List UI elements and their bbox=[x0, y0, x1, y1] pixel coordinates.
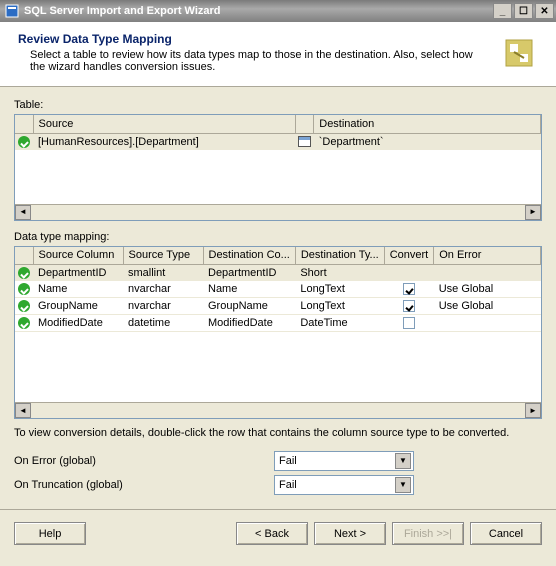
finish-button[interactable]: Finish >>| bbox=[392, 522, 464, 545]
scroll-right-icon[interactable]: ► bbox=[525, 403, 541, 418]
cell-dest-type: LongText bbox=[295, 298, 384, 315]
chevron-down-icon[interactable]: ▼ bbox=[395, 477, 411, 493]
cell-dest-column: DepartmentID bbox=[203, 265, 295, 282]
col-source-type[interactable]: Source Type bbox=[123, 247, 203, 265]
cell-source-column: Name bbox=[33, 281, 123, 298]
scroll-right-icon[interactable]: ► bbox=[525, 205, 541, 220]
cell-source-type: datetime bbox=[123, 315, 203, 332]
on-error-global-value: Fail bbox=[279, 455, 395, 467]
destination-header[interactable]: Destination bbox=[314, 115, 541, 133]
window-title: SQL Server Import and Export Wizard bbox=[24, 5, 221, 17]
cell-dest-column: Name bbox=[203, 281, 295, 298]
back-button[interactable]: < Back bbox=[236, 522, 308, 545]
horizontal-scrollbar[interactable]: ◄ ► bbox=[15, 204, 541, 220]
col-source-column[interactable]: Source Column bbox=[33, 247, 123, 265]
table-destination-cell: `Department` bbox=[314, 133, 541, 150]
next-button[interactable]: Next > bbox=[314, 522, 386, 545]
help-button[interactable]: Help bbox=[14, 522, 86, 545]
convert-checkbox[interactable] bbox=[403, 283, 415, 295]
col-dest-column[interactable]: Destination Co... bbox=[203, 247, 295, 265]
scroll-left-icon[interactable]: ◄ bbox=[15, 205, 31, 220]
cancel-button[interactable]: Cancel bbox=[470, 522, 542, 545]
wizard-header: Review Data Type Mapping Select a table … bbox=[0, 22, 556, 87]
horizontal-scrollbar[interactable]: ◄ ► bbox=[15, 402, 541, 418]
mapping-grid[interactable]: Source Column Source Type Destination Co… bbox=[14, 246, 542, 420]
chevron-down-icon[interactable]: ▼ bbox=[395, 453, 411, 469]
col-dest-type[interactable]: Destination Ty... bbox=[295, 247, 384, 265]
check-icon bbox=[18, 267, 30, 279]
conversion-hint: To view conversion details, double-click… bbox=[14, 427, 542, 439]
cell-dest-column: ModifiedDate bbox=[203, 315, 295, 332]
table-grid[interactable]: Source Destination [HumanResources].[Dep… bbox=[14, 114, 542, 221]
title-bar: SQL Server Import and Export Wizard _ ☐ … bbox=[0, 0, 556, 22]
on-truncation-global-select[interactable]: Fail ▼ bbox=[274, 475, 414, 495]
cell-on-error bbox=[434, 315, 541, 332]
scroll-left-icon[interactable]: ◄ bbox=[15, 403, 31, 418]
cell-source-type: smallint bbox=[123, 265, 203, 282]
cell-convert[interactable] bbox=[384, 298, 434, 315]
cell-source-column: DepartmentID bbox=[33, 265, 123, 282]
mapping-section-label: Data type mapping: bbox=[14, 231, 542, 243]
page-title: Review Data Type Mapping bbox=[18, 32, 490, 46]
source-header[interactable]: Source bbox=[33, 115, 296, 133]
col-on-error[interactable]: On Error bbox=[434, 247, 541, 265]
table-row[interactable]: NamenvarcharNameLongTextUse Global bbox=[15, 281, 541, 298]
check-icon bbox=[18, 283, 30, 295]
cell-on-error: Use Global bbox=[434, 298, 541, 315]
minimize-button[interactable]: _ bbox=[493, 3, 512, 19]
cell-convert[interactable] bbox=[384, 265, 434, 282]
table-row[interactable]: GroupNamenvarcharGroupNameLongTextUse Gl… bbox=[15, 298, 541, 315]
convert-checkbox[interactable] bbox=[403, 317, 415, 329]
table-source-cell: [HumanResources].[Department] bbox=[33, 133, 296, 150]
cell-dest-type: LongText bbox=[295, 281, 384, 298]
cell-source-type: nvarchar bbox=[123, 298, 203, 315]
table-row[interactable]: ModifiedDatedatetimeModifiedDateDateTime bbox=[15, 315, 541, 332]
on-error-global-label: On Error (global) bbox=[14, 455, 274, 467]
table-row[interactable]: [HumanResources].[Department] `Departmen… bbox=[15, 133, 541, 150]
cell-on-error bbox=[434, 265, 541, 282]
close-button[interactable]: ✕ bbox=[535, 3, 554, 19]
app-icon bbox=[4, 3, 20, 19]
check-icon bbox=[18, 300, 30, 312]
cell-dest-column: GroupName bbox=[203, 298, 295, 315]
wizard-icon bbox=[498, 32, 542, 76]
cell-dest-type: DateTime bbox=[295, 315, 384, 332]
table-row[interactable]: DepartmentIDsmallintDepartmentIDShort bbox=[15, 265, 541, 282]
on-error-global-select[interactable]: Fail ▼ bbox=[274, 451, 414, 471]
maximize-button[interactable]: ☐ bbox=[514, 3, 533, 19]
convert-checkbox[interactable] bbox=[403, 300, 415, 312]
on-truncation-global-label: On Truncation (global) bbox=[14, 479, 274, 491]
check-icon bbox=[18, 317, 30, 329]
cell-convert[interactable] bbox=[384, 281, 434, 298]
table-icon bbox=[298, 136, 311, 147]
check-icon bbox=[18, 136, 30, 148]
cell-convert[interactable] bbox=[384, 315, 434, 332]
cell-dest-type: Short bbox=[295, 265, 384, 282]
on-truncation-global-value: Fail bbox=[279, 479, 395, 491]
cell-source-column: ModifiedDate bbox=[33, 315, 123, 332]
page-subtext: Select a table to review how its data ty… bbox=[18, 49, 490, 73]
table-section-label: Table: bbox=[14, 99, 542, 111]
cell-on-error: Use Global bbox=[434, 281, 541, 298]
cell-source-column: GroupName bbox=[33, 298, 123, 315]
cell-source-type: nvarchar bbox=[123, 281, 203, 298]
button-row: Help < Back Next > Finish >>| Cancel bbox=[0, 509, 556, 557]
col-convert[interactable]: Convert bbox=[384, 247, 434, 265]
